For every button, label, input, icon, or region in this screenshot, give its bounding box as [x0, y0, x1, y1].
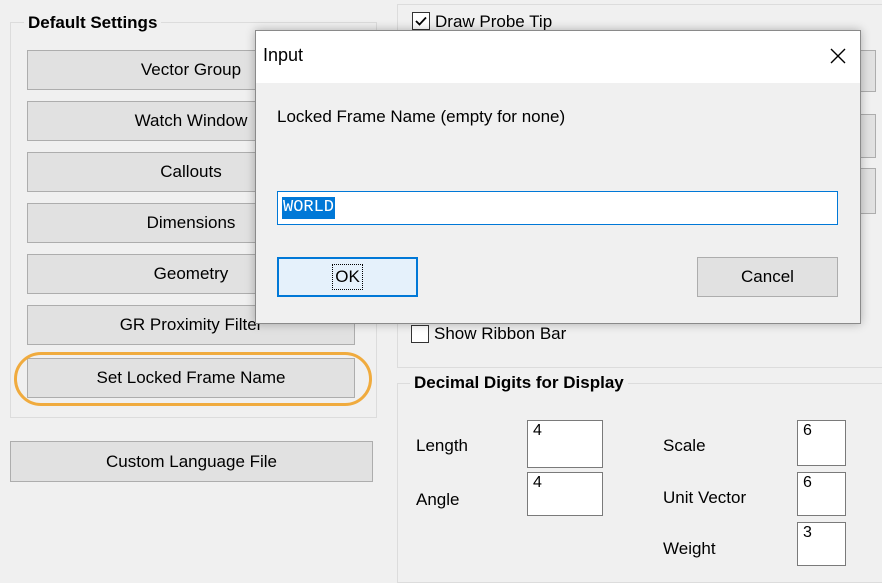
unit-vector-input[interactable]: 6: [797, 472, 846, 516]
ok-button[interactable]: OK: [277, 257, 418, 297]
draw-probe-tip-checkbox[interactable]: [412, 12, 430, 30]
decimal-digits-title: Decimal Digits for Display: [410, 373, 628, 393]
dialog-prompt: Locked Frame Name (empty for none): [277, 107, 566, 126]
dialog-titlebar[interactable]: Input: [256, 31, 860, 83]
dialog-title: Input: [263, 45, 304, 65]
weight-label: Weight: [663, 539, 716, 558]
scale-label: Scale: [663, 436, 706, 455]
unit-vector-label: Unit Vector: [663, 488, 747, 507]
close-icon: [830, 48, 846, 64]
weight-input[interactable]: 3: [797, 522, 846, 566]
show-ribbon-bar-checkbox[interactable]: [411, 325, 429, 343]
scale-input[interactable]: 6: [797, 420, 846, 466]
checkmark-icon: [415, 16, 427, 26]
length-label: Length: [416, 436, 468, 455]
angle-label: Angle: [416, 490, 460, 509]
draw-probe-tip-label: Draw Probe Tip: [435, 12, 553, 31]
close-button[interactable]: [818, 39, 858, 73]
cancel-button[interactable]: Cancel: [697, 257, 838, 297]
length-input[interactable]: 4: [527, 420, 603, 468]
show-ribbon-bar-label: Show Ribbon Bar: [434, 324, 567, 343]
custom-language-file-button[interactable]: Custom Language File: [10, 441, 373, 482]
highlight-annotation: [14, 352, 372, 406]
input-dialog: Input Locked Frame Name (empty for none)…: [255, 30, 861, 324]
default-settings-title: Default Settings: [24, 13, 162, 33]
frame-name-value: WORLD: [282, 197, 336, 219]
frame-name-input[interactable]: WORLD: [277, 191, 838, 225]
angle-input[interactable]: 4: [527, 472, 603, 516]
ok-button-label: OK: [332, 264, 363, 290]
